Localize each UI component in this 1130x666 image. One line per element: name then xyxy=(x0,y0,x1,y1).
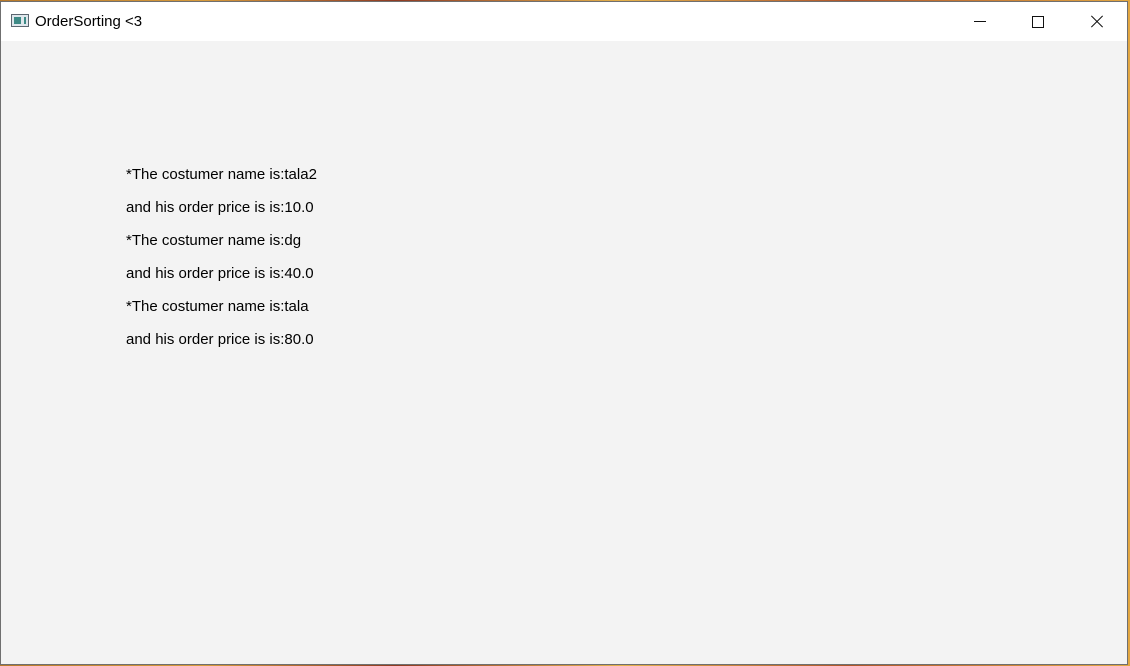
order-price-line: and his order price is is:40.0 xyxy=(126,265,314,282)
customer-name-line: *The costumer name is:tala2 xyxy=(126,166,317,183)
order-price-line: and his order price is is:80.0 xyxy=(126,331,314,348)
customer-name-line: *The costumer name is:tala xyxy=(126,298,309,315)
close-button[interactable] xyxy=(1068,2,1126,41)
window-title: OrderSorting <3 xyxy=(35,13,143,30)
order-list: *The costumer name is:tala2 and his orde… xyxy=(126,165,317,363)
content-area: *The costumer name is:tala2 and his orde… xyxy=(1,41,1127,666)
customer-name-line: *The costumer name is:dg xyxy=(126,232,302,249)
maximize-button[interactable] xyxy=(1009,2,1067,41)
app-window: OrderSorting <3 *The costumer name is:ta… xyxy=(0,1,1128,665)
app-window-icon xyxy=(11,14,29,27)
title-bar[interactable]: OrderSorting <3 xyxy=(1,2,1127,41)
order-price-line: and his order price is is:10.0 xyxy=(126,199,314,216)
minimize-button[interactable] xyxy=(951,2,1009,41)
